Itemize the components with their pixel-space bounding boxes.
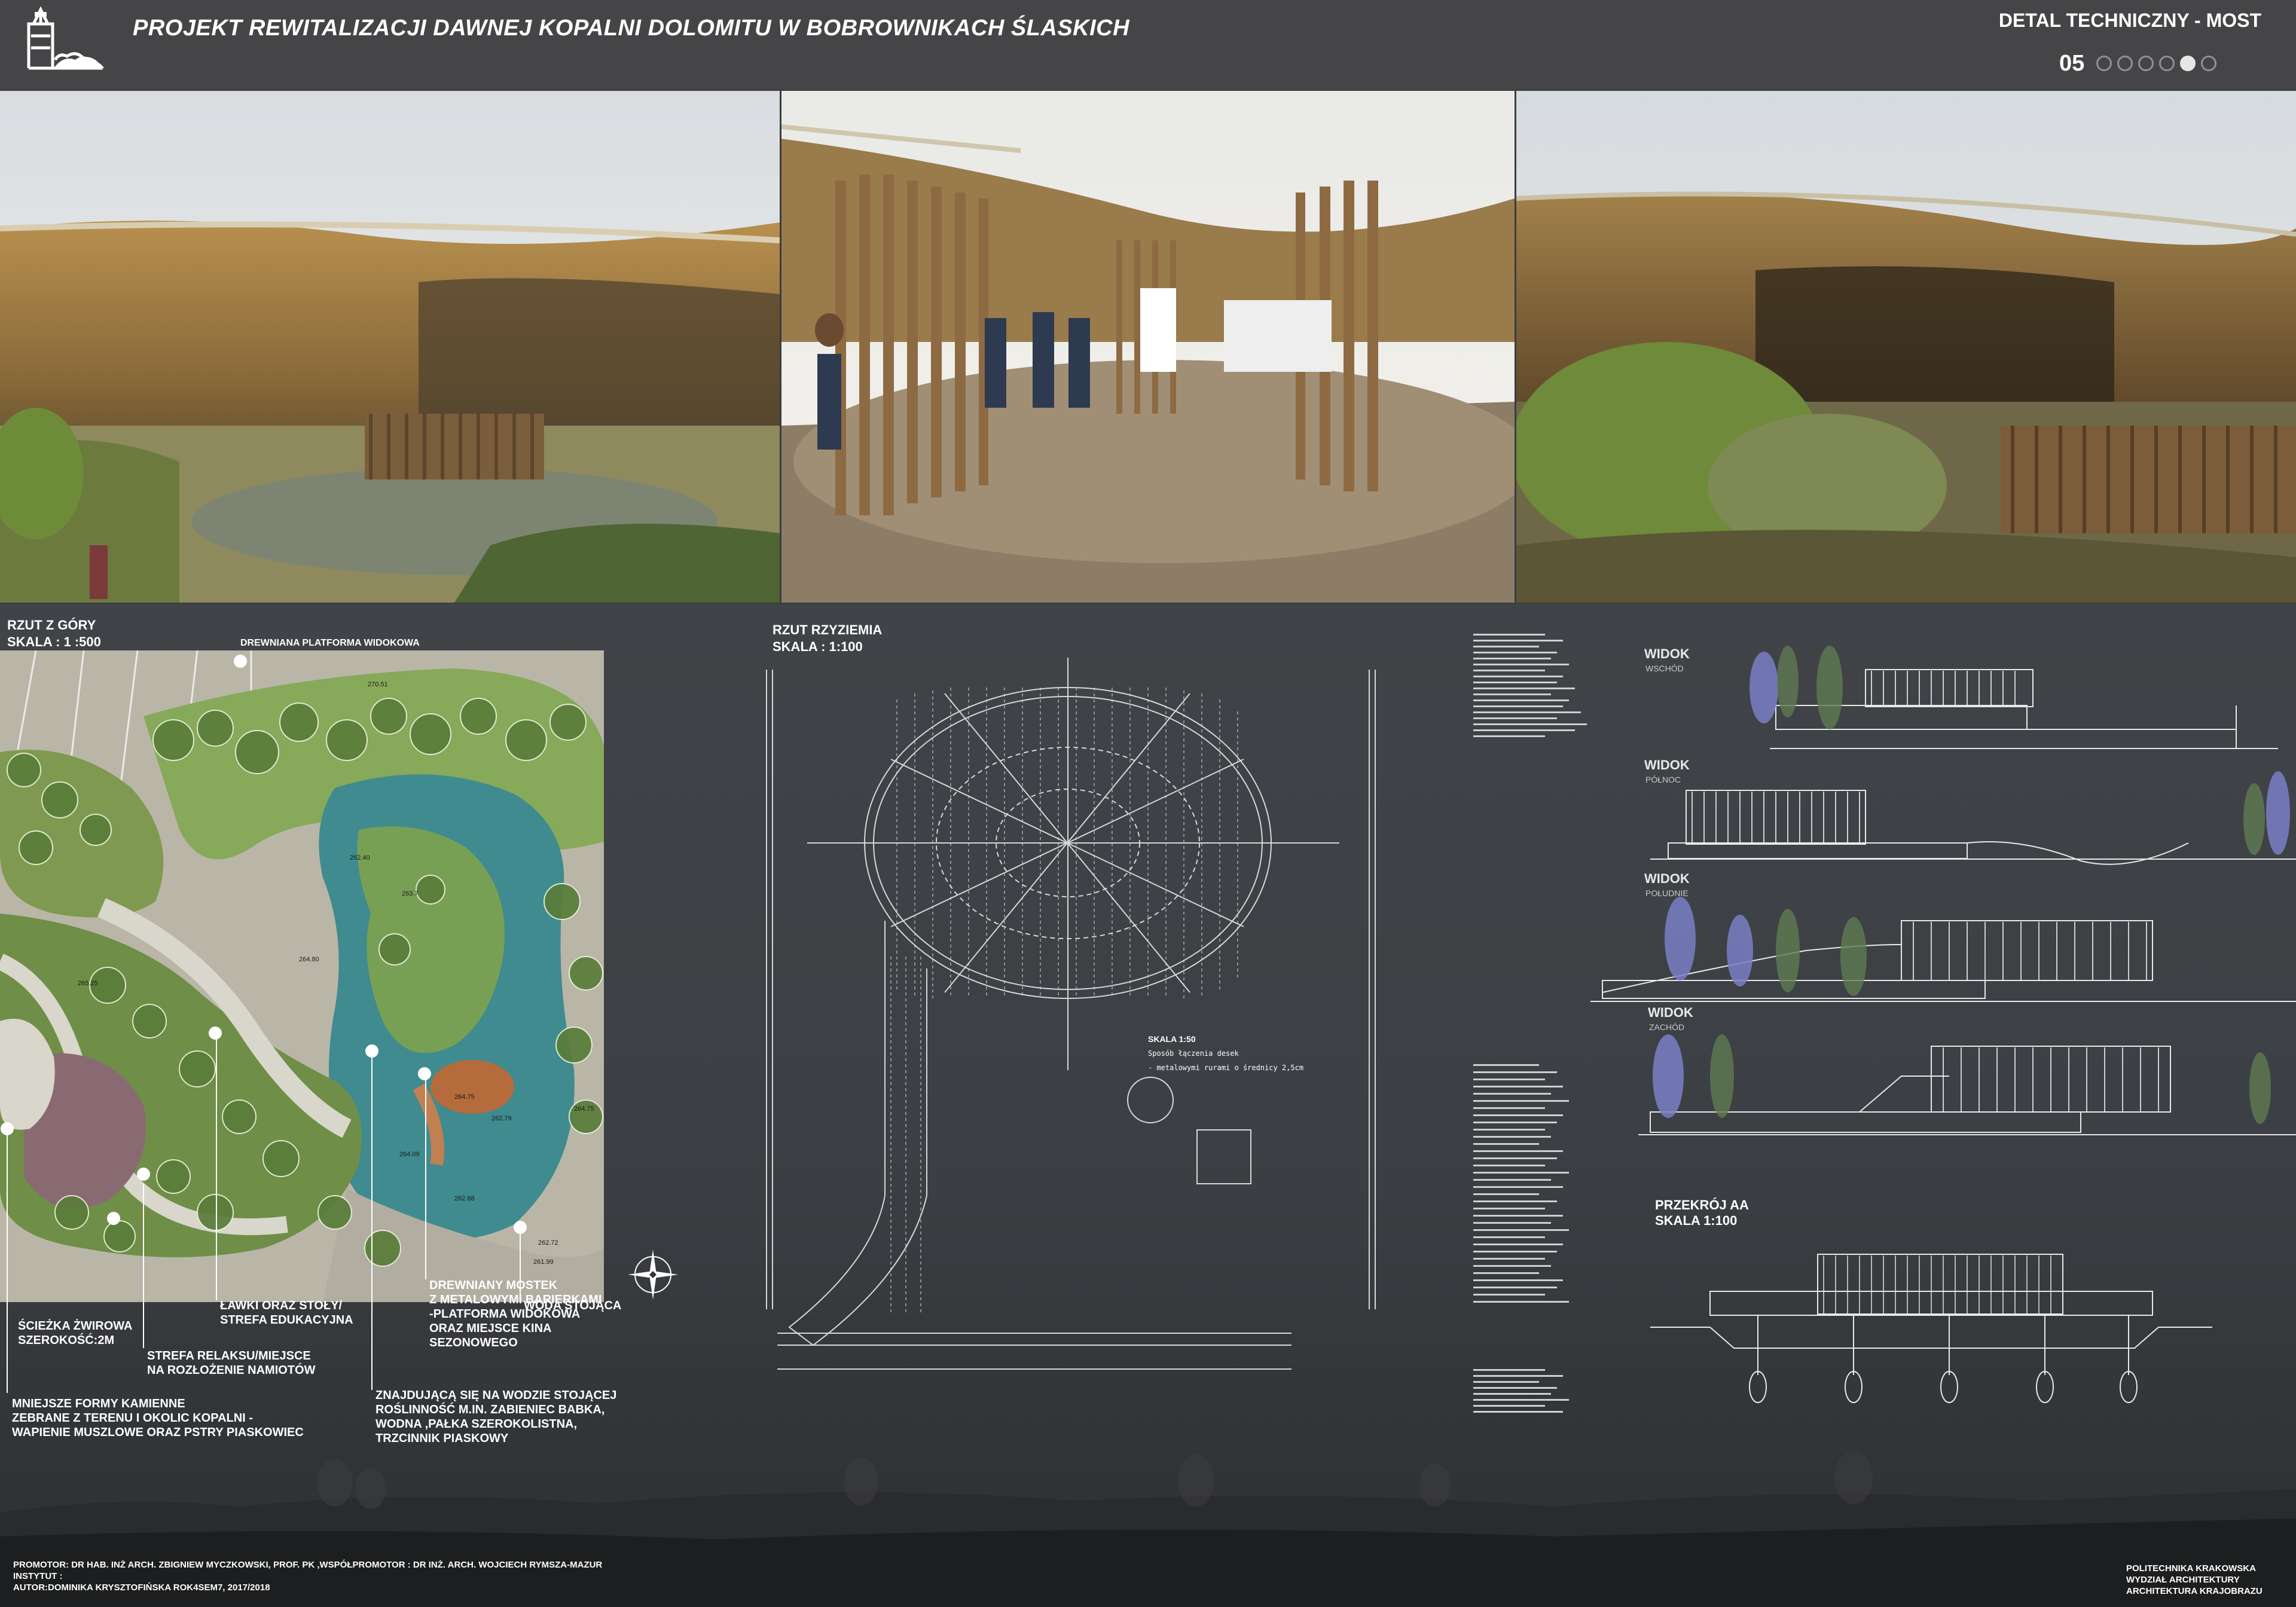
callout-relax: STREFA RELAKSU/MIEJSCE NA ROZŁOŻENIE NAM… — [147, 1349, 316, 1377]
ground-plan-title: RZUt RZYZIEMIA — [773, 622, 883, 637]
render-pavilion-reeds — [1516, 91, 2296, 603]
detail-note: Sposób łączenia desek - metalowymi ruram… — [1148, 1049, 1304, 1072]
section-title: PRZEKRÓJ AA — [1655, 1197, 1749, 1212]
page-dot-2[interactable] — [2117, 56, 2133, 71]
section-scale: SKALA 1:100 — [1655, 1213, 1738, 1228]
elevation-views-drawing — [1590, 646, 2296, 1135]
callout-water: WODA STOJĄCA — [524, 1299, 622, 1312]
footer-institution: POLITECHNIKA KRAKOWSKA WYDZIAŁ ARCHITEKT… — [2126, 1563, 2263, 1596]
callout-path: ŚCIEŻKA ŻWIROWA SZEROKOŚĆ:2M — [18, 1319, 133, 1347]
page-dot-3[interactable] — [2138, 56, 2154, 71]
page-title: PROJEKT REWITALIZACJI DAWNEJ KOPALNI DOL… — [133, 16, 1130, 41]
compass-rose-icon — [628, 1249, 678, 1300]
ground-plan-drawing — [766, 658, 1376, 1370]
ground-plan-scale: SKALA : 1:100 — [773, 639, 863, 654]
plan-title: RZUT Z GÓRY — [7, 618, 96, 633]
section-title: DETAL TECHNICZNY - MOST — [1998, 10, 2261, 31]
callout-bridge: DREWNIANY MOSTEK Z METALOWYMI BARIERKAMI… — [429, 1279, 602, 1349]
section-aa-drawing — [1650, 1254, 2212, 1403]
render-pavilion-interior — [781, 91, 1515, 603]
specification-text-columns — [1473, 634, 1587, 1413]
page-dot-4[interactable] — [2159, 56, 2175, 71]
detail-scale: SKALA 1:50 — [1148, 1034, 1196, 1044]
callout-platform: DREWNIANA PLATFORMA WIDOKOWA — [240, 638, 420, 648]
page-dot-1[interactable] — [2096, 56, 2112, 71]
page-dot-5-active[interactable] — [2180, 56, 2196, 71]
page-number: 05 — [2059, 50, 2085, 76]
callout-benches: ŁAWKI ORAZ STOŁY/ STREFA EDUKACYJNA — [220, 1299, 353, 1327]
header-bar: PROJEKT REWITALIZACJI DAWNEJ KOPALNI DOL… — [0, 0, 2296, 90]
page-dot-6[interactable] — [2201, 56, 2217, 71]
plan-scale: SKALA : 1 :500 — [7, 634, 101, 649]
footer-credits: PROMOTOR: DR HAB. INŻ ARCH. ZBIGNIEW MYC… — [13, 1560, 603, 1593]
mine-headframe-logo — [27, 6, 104, 70]
render-quarry-lake-view — [0, 91, 780, 603]
page-indicator: 05 — [2059, 50, 2222, 76]
